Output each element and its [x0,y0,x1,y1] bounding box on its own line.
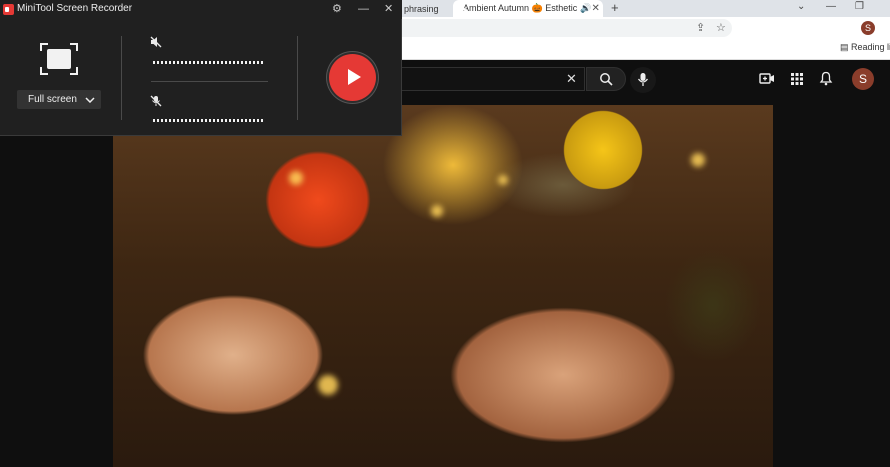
bell-icon [819,71,833,86]
reading-list-button[interactable]: ▤ Reading list [840,42,890,53]
fairy-light [431,205,443,217]
voice-search-button[interactable] [630,67,656,93]
record-button[interactable] [329,54,376,101]
speaker-icon[interactable]: 🔊 [580,3,591,14]
window-restore-button[interactable]: ❐ [855,0,864,14]
system-audio-muted-icon[interactable] [150,36,162,48]
apps-button[interactable] [790,69,804,92]
fullscreen-capture-icon[interactable] [40,43,78,75]
apps-grid-icon [791,73,803,85]
fairy-light [498,175,508,185]
reading-list-icon: ▤ [840,42,849,52]
address-bar[interactable] [402,19,732,37]
notifications-button[interactable] [819,69,833,92]
video-player[interactable] [113,105,773,467]
capture-mode-dropdown[interactable]: Full screen [17,90,101,109]
search-icon [600,73,613,86]
divider [121,36,122,120]
divider [151,81,268,82]
browser-profile-avatar[interactable]: S [861,21,875,35]
share-icon[interactable]: ⇪ [696,19,705,37]
minitool-logo-icon [3,4,14,15]
candle-light [289,171,303,185]
fairy-light [318,375,338,395]
bookmark-star-icon[interactable]: ☆ [716,19,726,37]
new-tab-button[interactable]: + [611,0,619,16]
tab-search-icon[interactable]: ⌄ [797,0,805,14]
create-video-button[interactable] [759,69,775,92]
tab-close-icon[interactable]: ✕ [591,3,599,14]
capture-mode-value: Full screen [28,94,77,105]
youtube-account-avatar[interactable]: S [852,68,874,90]
recorder-close-button[interactable]: ✕ [384,2,393,16]
settings-gear-icon[interactable]: ⚙ [332,2,342,16]
search-button[interactable] [586,67,626,91]
screen-recorder-window: MiniTool Screen Recorder ⚙ — ✕ Full scre… [0,0,402,136]
recorder-minimize-button[interactable]: — [358,2,369,16]
tab-label: Ambient Autumn 🎃 Esthetic [463,3,578,13]
system-audio-level-meter [153,61,265,64]
reading-list-label: Reading list [851,42,890,52]
tab-label: phrasing [404,3,439,14]
youtube-search-input[interactable] [402,67,585,91]
tab-phrasing[interactable]: phrasing [402,0,452,17]
tab-ambient-autumn[interactable]: Ambient Autumn 🎃 Esthetic 🔊 ✕ [453,0,603,17]
divider [297,36,298,120]
microphone-muted-icon[interactable] [150,95,162,107]
microphone-level-meter [153,119,265,122]
chevron-down-icon [85,96,95,103]
window-minimize-button[interactable]: — [826,0,836,14]
search-clear-icon[interactable]: ✕ [566,71,577,87]
recorder-title: MiniTool Screen Recorder [17,3,133,14]
video-camera-plus-icon [759,73,774,84]
fairy-light [691,153,705,167]
microphone-icon [637,73,649,86]
recorder-title-bar: MiniTool Screen Recorder ⚙ — ✕ [0,0,402,19]
